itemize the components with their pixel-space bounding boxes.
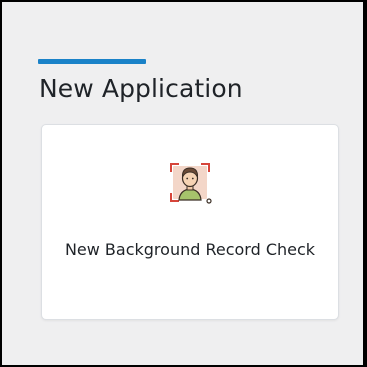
card-label: New Background Record Check bbox=[64, 240, 316, 259]
background-check-card[interactable]: New Background Record Check bbox=[41, 124, 339, 320]
application-panel: New Application New Background Record Ch… bbox=[2, 2, 363, 365]
section-accent-bar bbox=[38, 59, 146, 64]
person-scan-icon bbox=[170, 163, 212, 204]
section-title: New Application bbox=[39, 74, 243, 103]
